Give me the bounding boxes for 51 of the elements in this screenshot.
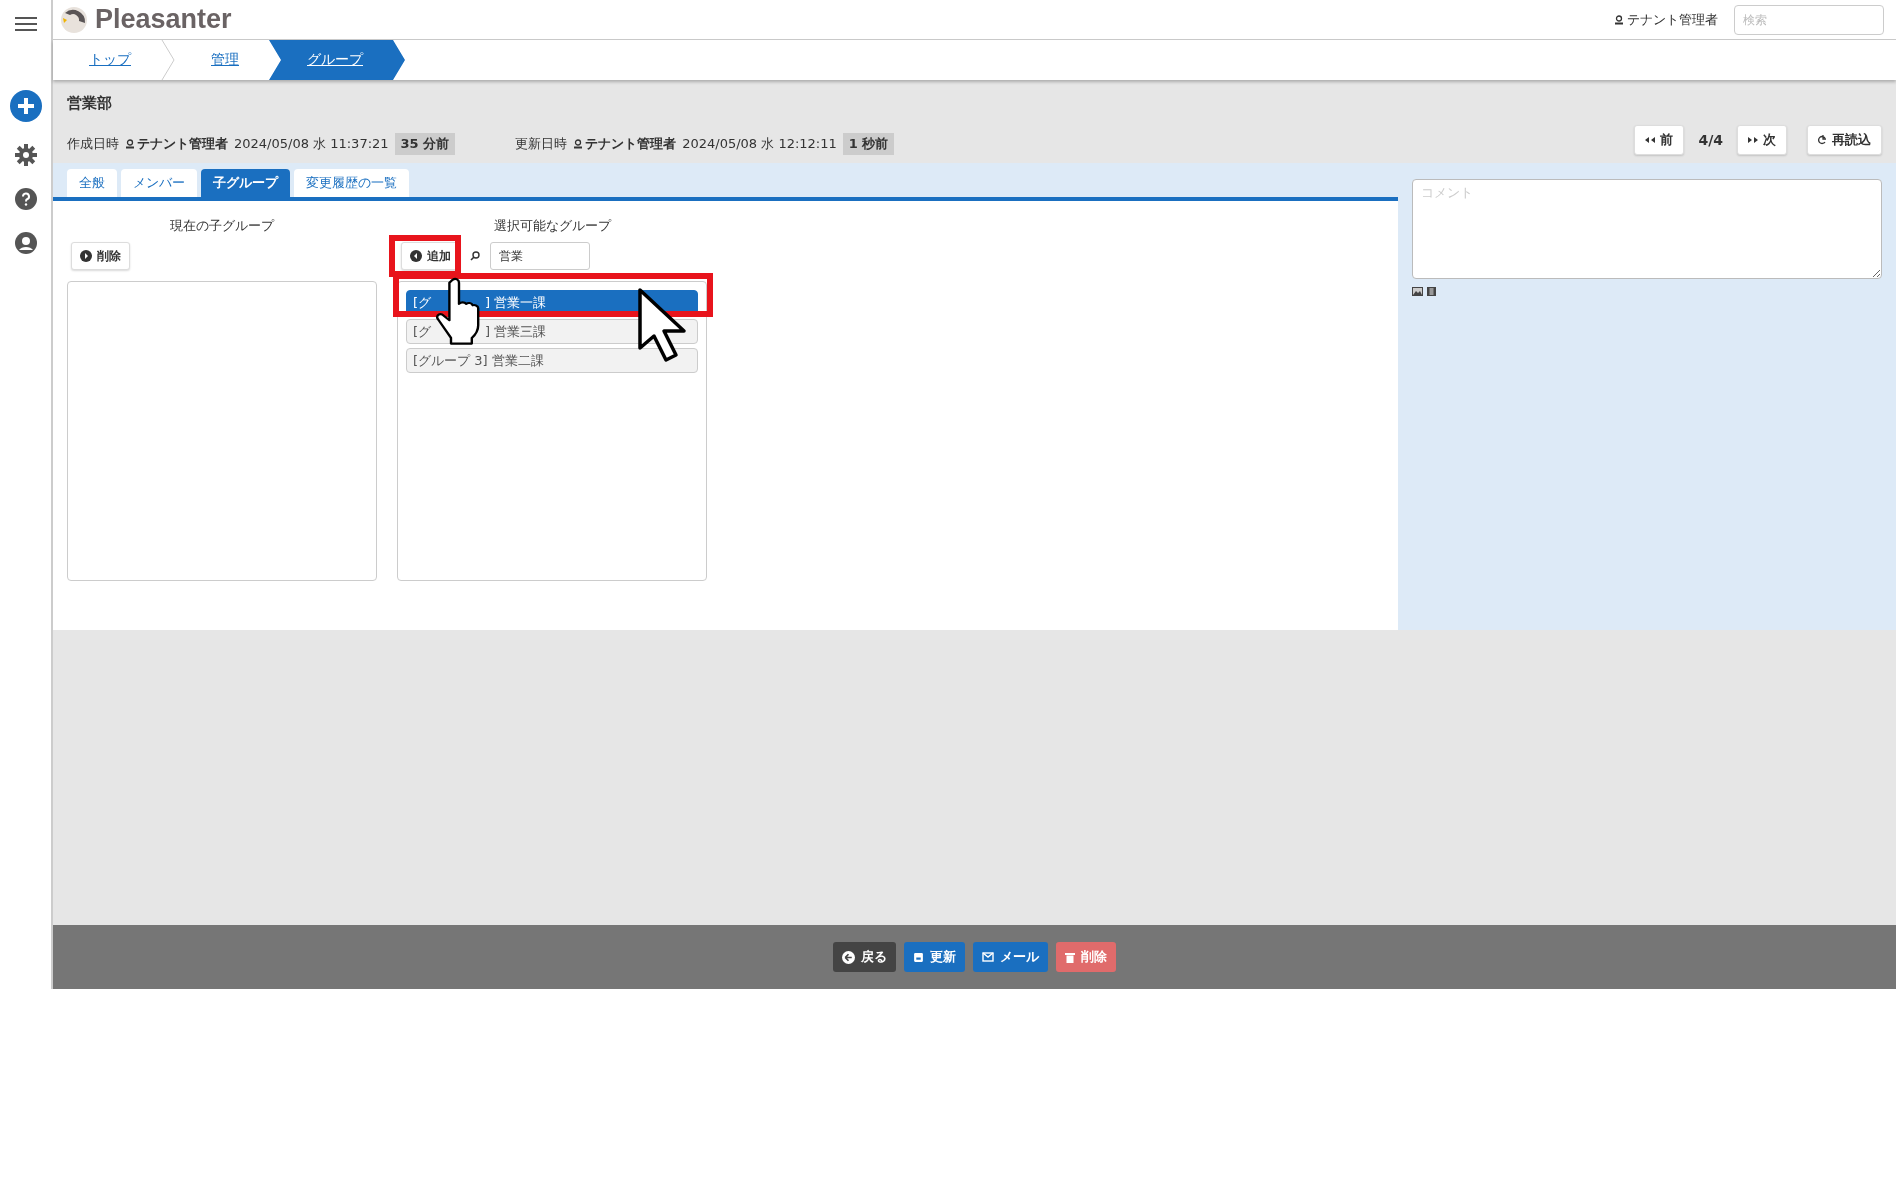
meta-label: 作成日時: [67, 135, 119, 153]
elapsed-time: 1 秒前: [842, 133, 895, 155]
tab[interactable]: メンバー: [121, 169, 197, 197]
film-icon[interactable]: [1427, 287, 1436, 296]
list-heading: 現在の子グループ: [169, 217, 276, 235]
filter-field[interactable]: 営業: [490, 242, 590, 270]
help-icon[interactable]: [14, 188, 37, 210]
breadcrumb-link[interactable]: トップ: [53, 40, 161, 80]
image-icon[interactable]: [1412, 287, 1423, 296]
account-icon[interactable]: [14, 232, 37, 254]
user-icon: [125, 139, 135, 149]
search-field[interactable]: 検索: [1734, 4, 1884, 35]
meta-time: 2024/05/08 水 12:12:11: [682, 135, 837, 153]
meta-label: 更新日時: [515, 135, 568, 153]
back-arrow-icon: [842, 950, 855, 964]
update-button[interactable]: 更新: [904, 942, 965, 972]
record-title: 営業部: [67, 94, 113, 113]
next-button[interactable]: 次: [1737, 125, 1787, 155]
record-position: 4/4: [1698, 132, 1723, 148]
tab[interactable]: 全般: [67, 169, 117, 197]
settings-icon[interactable]: [14, 144, 37, 166]
group-list-item[interactable]: [グループ 3] 営業二課: [406, 348, 698, 373]
breadcrumb-link[interactable]: グループ: [269, 40, 405, 80]
reload-icon: [1818, 135, 1827, 145]
meta-user: テナント管理者: [125, 135, 228, 153]
search-icon: [470, 251, 480, 261]
elapsed-time: 35 分前: [394, 133, 456, 155]
trash-icon: [1065, 951, 1075, 963]
save-icon: [913, 951, 924, 963]
user-icon: [573, 139, 584, 149]
mail-button[interactable]: メール: [973, 942, 1048, 972]
tab[interactable]: 子グループ: [201, 169, 290, 197]
next-icon: [1748, 137, 1758, 143]
meta-time: 2024/05/08 水 11:37:21: [234, 135, 389, 153]
user-name[interactable]: テナント管理者: [1614, 10, 1718, 29]
remove-button[interactable]: 削除: [71, 242, 130, 270]
previous-button[interactable]: 前: [1634, 125, 1685, 155]
back-button[interactable]: 戻る: [833, 942, 896, 972]
previous-icon: [1645, 137, 1656, 143]
add-icon[interactable]: [9, 90, 42, 122]
mail-icon: [982, 952, 994, 962]
breadcrumb-link[interactable]: 管理: [175, 40, 269, 80]
list-heading: 選択可能なグループ: [492, 217, 613, 235]
user-icon: [1614, 14, 1624, 25]
menu-icon[interactable]: [14, 16, 37, 32]
logo-text: Pleasanter: [95, 4, 232, 35]
reload-button[interactable]: 再読込: [1807, 125, 1882, 155]
meta-user: テナント管理者: [573, 135, 677, 153]
tab[interactable]: 変更履歴の一覧: [294, 169, 409, 197]
delete-button[interactable]: 削除: [1056, 942, 1116, 972]
bird-logo-icon: [59, 4, 89, 35]
